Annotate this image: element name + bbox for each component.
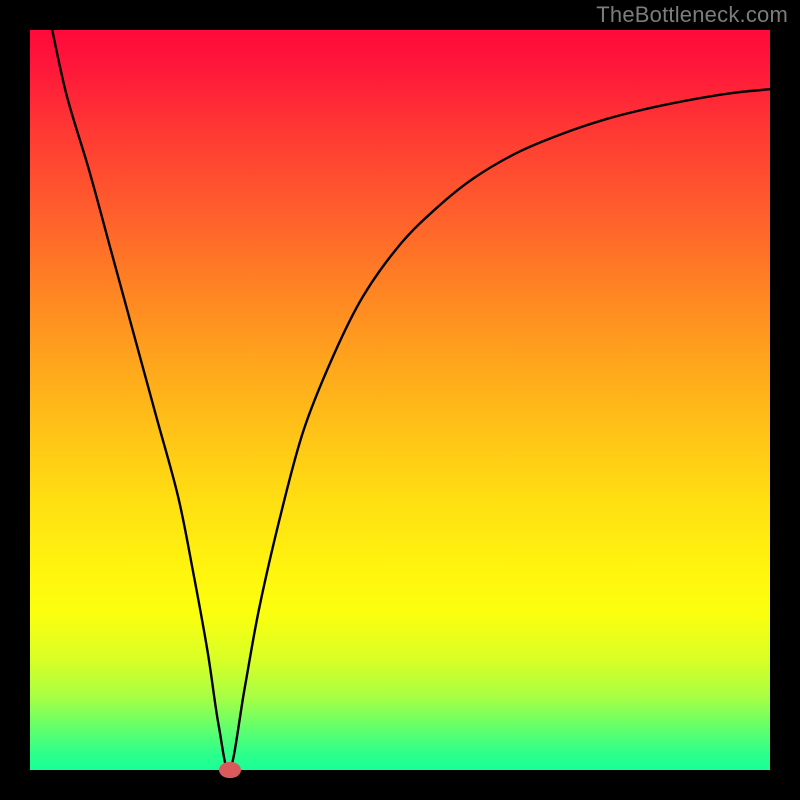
watermark-text: TheBottleneck.com <box>596 2 788 28</box>
minimum-marker <box>219 762 241 778</box>
chart-frame: TheBottleneck.com <box>0 0 800 800</box>
bottleneck-curve <box>30 30 770 770</box>
plot-area <box>30 30 770 770</box>
